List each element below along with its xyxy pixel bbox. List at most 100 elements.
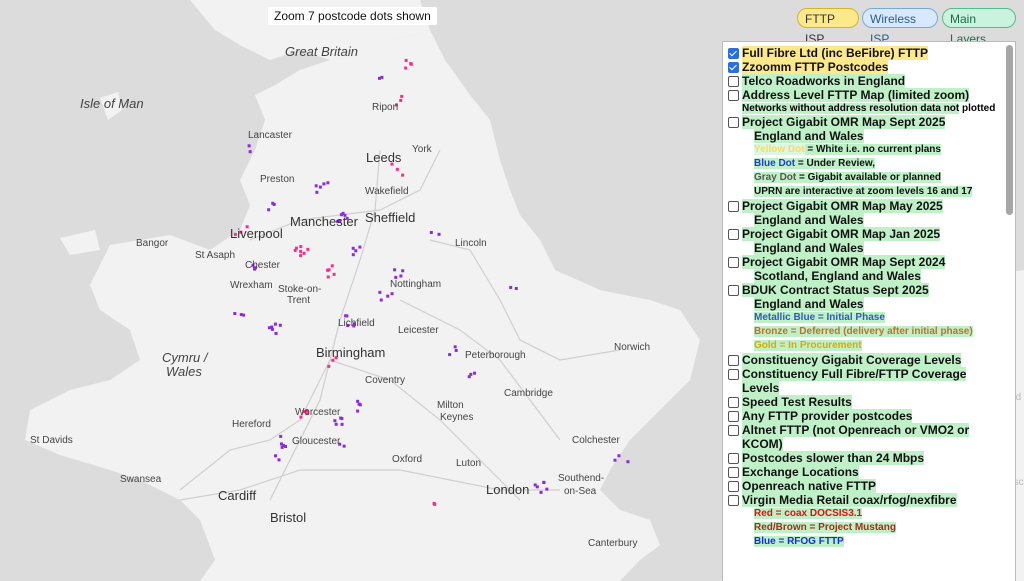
place-label: Trent bbox=[287, 295, 310, 306]
postcode-dot bbox=[354, 249, 358, 253]
postcode-dot bbox=[380, 75, 384, 79]
layer-checkbox[interactable] bbox=[728, 467, 739, 478]
layer-label[interactable]: Constituency Gigabit Coverage Levels bbox=[742, 353, 962, 367]
place-label: Oxford bbox=[392, 454, 422, 465]
place-label: Chester bbox=[245, 260, 281, 271]
postcode-dot bbox=[277, 458, 281, 462]
postcode-dot bbox=[274, 331, 278, 335]
layer-checkbox[interactable] bbox=[728, 285, 739, 296]
place-label: Liverpool bbox=[230, 226, 283, 241]
layer-item[interactable]: Virgin Media Retail coax/rfog/nexfibre Re… bbox=[727, 493, 999, 549]
postcode-dot bbox=[270, 325, 274, 329]
place-label: Isle of Man bbox=[80, 96, 144, 111]
layers-panel: Full Fibre Ltd (inc BeFibre) FTTP Zzoomm … bbox=[722, 41, 1016, 581]
layer-label[interactable]: Postcodes slower than 24 Mbps bbox=[742, 451, 925, 465]
wireless-isp-button[interactable]: Wireless ISP bbox=[862, 8, 938, 46]
layer-item[interactable]: Project Gigabit OMR Map May 2025 England … bbox=[727, 199, 999, 227]
layer-item[interactable]: Postcodes slower than 24 Mbps bbox=[727, 451, 999, 465]
legend-entry: Gray Dot = Gigabit available or planned bbox=[754, 172, 941, 183]
layer-label[interactable]: Project Gigabit OMR Map Sept 2025 bbox=[742, 115, 946, 129]
layer-item[interactable]: Full Fibre Ltd (inc BeFibre) FTTP bbox=[727, 46, 999, 60]
layer-checkbox[interactable] bbox=[728, 257, 739, 268]
layer-label[interactable]: Virgin Media Retail coax/rfog/nexfibre bbox=[742, 493, 957, 507]
place-label: St Asaph bbox=[195, 250, 235, 261]
postcode-dot bbox=[514, 287, 518, 291]
postcode-dot bbox=[379, 298, 383, 302]
postcode-dot bbox=[340, 417, 344, 421]
layer-item[interactable]: Address Level FTTP Map (limited zoom) Net… bbox=[727, 88, 999, 115]
panel-scrollbar[interactable] bbox=[1006, 45, 1013, 215]
postcode-dot bbox=[334, 422, 338, 426]
layer-label[interactable]: Telco Roadworks in England bbox=[742, 74, 906, 88]
place-label: Lancaster bbox=[248, 130, 293, 141]
layer-checkbox[interactable] bbox=[728, 90, 739, 101]
layer-label[interactable]: Any FTTP provider postcodes bbox=[742, 409, 913, 423]
legend-entry: Gold = In Procurement bbox=[754, 340, 862, 351]
postcode-dot bbox=[327, 364, 331, 368]
place-label: Manchester bbox=[290, 214, 359, 229]
layer-item[interactable]: BDUK Contract Status Sept 2025 England an… bbox=[727, 283, 999, 353]
postcode-dot bbox=[454, 348, 458, 352]
place-label: Birmingham bbox=[316, 345, 385, 360]
layer-label[interactable]: Altnet FTTP (not Openreach or VMO2 or KC… bbox=[742, 423, 970, 451]
postcode-dot bbox=[332, 272, 336, 276]
legend-entry: Metallic Blue = Initial Phase bbox=[754, 312, 885, 323]
layer-checkbox[interactable] bbox=[728, 201, 739, 212]
layer-checkbox[interactable] bbox=[728, 397, 739, 408]
layer-checkbox[interactable] bbox=[728, 495, 739, 506]
layer-checkbox[interactable] bbox=[728, 48, 739, 59]
place-label: Coventry bbox=[365, 375, 405, 386]
place-label: Cardiff bbox=[218, 488, 256, 503]
place-label: Milton bbox=[437, 400, 464, 411]
place-label: Leeds bbox=[366, 150, 402, 165]
postcode-dot bbox=[378, 290, 382, 294]
place-label: Stoke-on- bbox=[278, 284, 321, 295]
layer-item[interactable]: Exchange Locations bbox=[727, 465, 999, 479]
postcode-dot bbox=[617, 454, 621, 458]
layer-label[interactable]: Constituency Full Fibre/FTTP Coverage Le… bbox=[742, 367, 967, 395]
layer-item[interactable]: Telco Roadworks in England bbox=[727, 74, 999, 88]
postcode-dot bbox=[233, 312, 237, 316]
place-label: London bbox=[486, 482, 529, 497]
layer-item[interactable]: Speed Test Results bbox=[727, 395, 999, 409]
place-label: Swansea bbox=[120, 474, 162, 485]
layer-item[interactable]: Any FTTP provider postcodes bbox=[727, 409, 999, 423]
layer-label[interactable]: Full Fibre Ltd (inc BeFibre) FTTP bbox=[742, 46, 928, 60]
layer-label[interactable]: Openreach native FTTP bbox=[742, 479, 877, 493]
layer-list: Full Fibre Ltd (inc BeFibre) FTTP Zzoomm … bbox=[727, 46, 999, 549]
layer-label[interactable]: Exchange Locations bbox=[742, 465, 859, 479]
layer-checkbox[interactable] bbox=[728, 76, 739, 87]
layer-label[interactable]: Speed Test Results bbox=[742, 395, 852, 409]
layer-checkbox[interactable] bbox=[728, 411, 739, 422]
postcode-dot bbox=[299, 245, 303, 249]
postcode-dot bbox=[314, 184, 318, 188]
layer-checkbox[interactable] bbox=[728, 117, 739, 128]
place-label: on-Sea bbox=[564, 486, 597, 497]
postcode-dot bbox=[278, 323, 282, 327]
layer-item[interactable]: Zzoomm FTTP Postcodes bbox=[727, 60, 999, 74]
layer-item[interactable]: Openreach native FTTP bbox=[727, 479, 999, 493]
layer-checkbox[interactable] bbox=[728, 425, 739, 436]
layer-item[interactable]: Project Gigabit OMR Map Sept 2024 Scotlan… bbox=[727, 255, 999, 283]
layer-item[interactable]: Constituency Gigabit Coverage Levels bbox=[727, 353, 999, 367]
layer-checkbox[interactable] bbox=[728, 62, 739, 73]
layer-label[interactable]: Zzoomm FTTP Postcodes bbox=[742, 60, 889, 74]
layer-label[interactable]: Project Gigabit OMR Map Sept 2024 bbox=[742, 255, 946, 269]
main-layers-button[interactable]: Main Layers bbox=[942, 8, 1016, 46]
layer-checkbox[interactable] bbox=[728, 481, 739, 492]
place-label: Bangor bbox=[136, 238, 169, 249]
layer-item[interactable]: Project Gigabit OMR Map Sept 2025 England… bbox=[727, 115, 999, 199]
layer-label[interactable]: Project Gigabit OMR Map Jan 2025 bbox=[742, 227, 941, 241]
layer-checkbox[interactable] bbox=[728, 229, 739, 240]
layer-item[interactable]: Constituency Full Fibre/FTTP Coverage Le… bbox=[727, 367, 999, 395]
fttp-isp-button[interactable]: FTTP ISP bbox=[797, 8, 859, 46]
layer-label[interactable]: BDUK Contract Status Sept 2025 bbox=[742, 283, 929, 297]
layer-checkbox[interactable] bbox=[728, 355, 739, 366]
postcode-dot bbox=[344, 314, 348, 318]
layer-item[interactable]: Project Gigabit OMR Map Jan 2025 England … bbox=[727, 227, 999, 255]
layer-item[interactable]: Altnet FTTP (not Openreach or VMO2 or KC… bbox=[727, 423, 999, 451]
layer-label[interactable]: Project Gigabit OMR Map May 2025 bbox=[742, 199, 943, 213]
layer-checkbox[interactable] bbox=[728, 369, 739, 380]
layer-checkbox[interactable] bbox=[728, 453, 739, 464]
layer-label[interactable]: Address Level FTTP Map (limited zoom) bbox=[742, 88, 970, 102]
